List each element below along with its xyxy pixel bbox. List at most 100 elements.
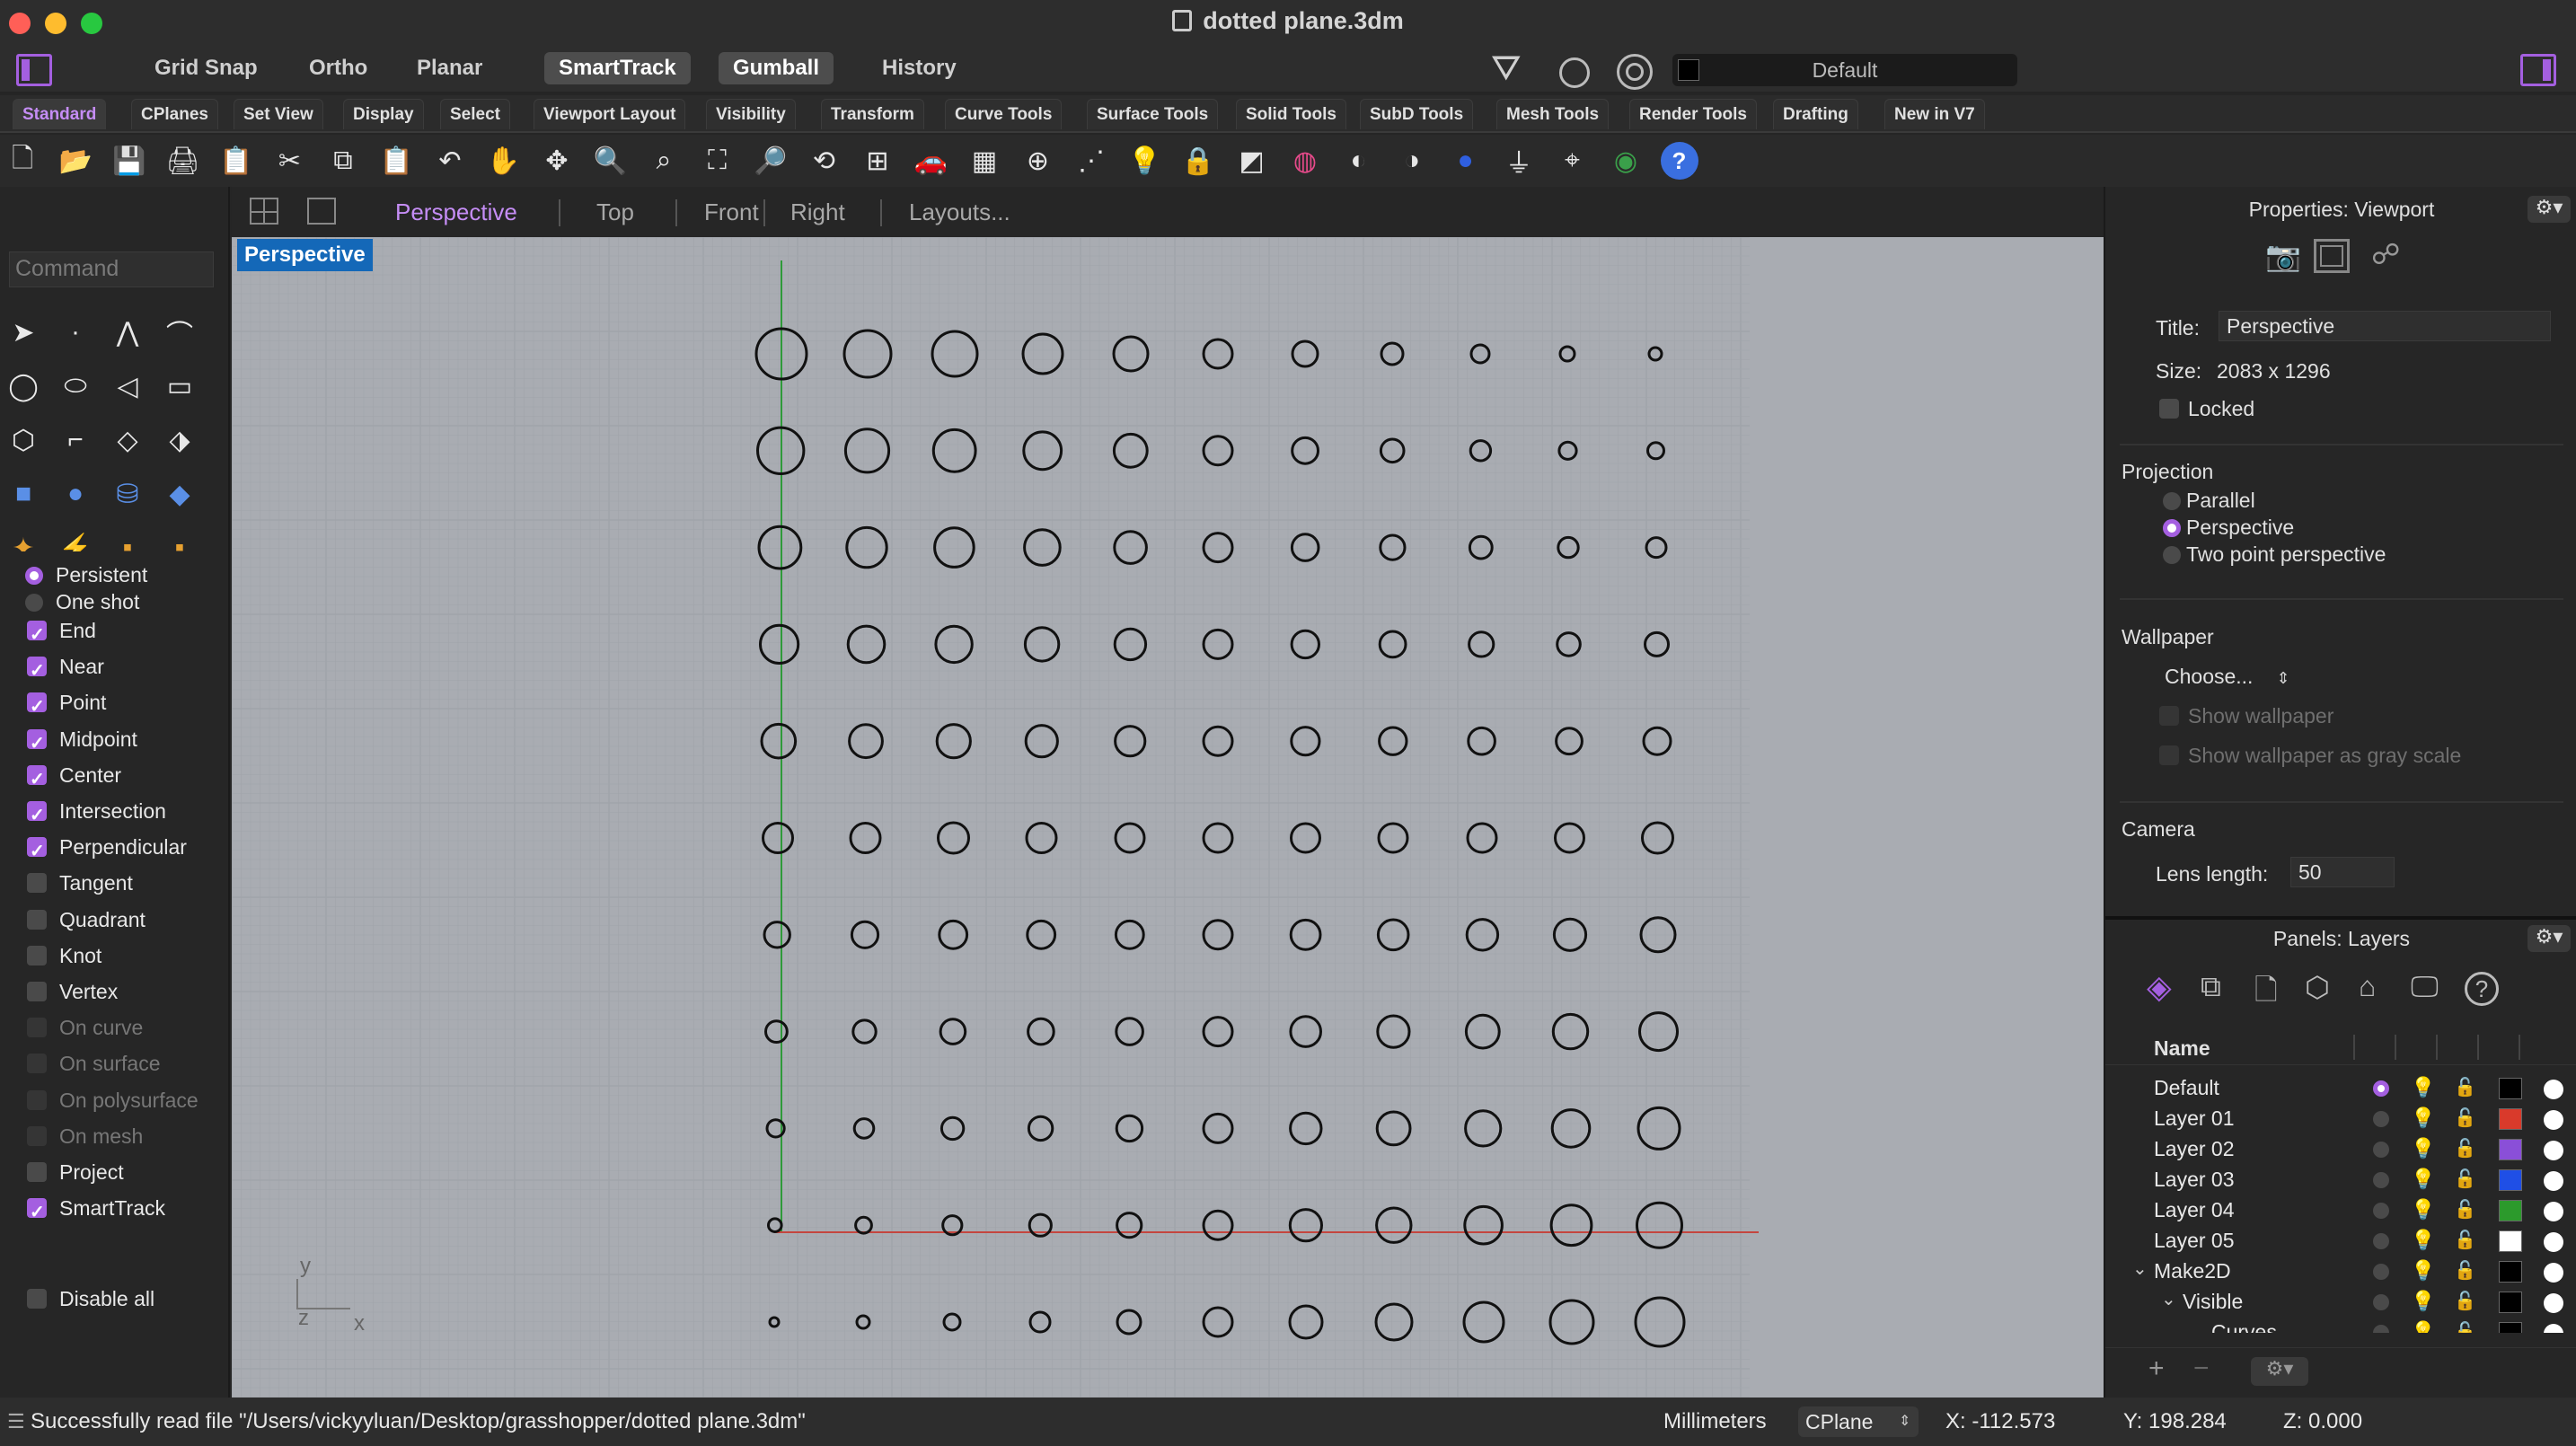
layer-color-swatch[interactable] xyxy=(2499,1261,2522,1283)
osnap-tangent[interactable]: Tangent xyxy=(27,865,133,901)
current-layer-indicator[interactable] xyxy=(2373,1325,2389,1333)
tab-select[interactable]: Select xyxy=(440,99,510,129)
print-color-icon[interactable] xyxy=(2544,1171,2563,1191)
lights-icon[interactable]: 💡 xyxy=(1126,142,1164,180)
layer-row[interactable]: Layer 01 💡 🔓 xyxy=(2105,1103,2576,1133)
snap-target-icon[interactable] xyxy=(1617,54,1653,90)
color-wheel-icon[interactable]: ◍ xyxy=(1286,142,1324,180)
viewport-tab-layouts[interactable]: Layouts... xyxy=(909,187,1010,237)
extra-tool-icon[interactable]: ▪ xyxy=(106,526,149,551)
remove-layer-button[interactable]: − xyxy=(2193,1353,2210,1384)
layer-color-swatch[interactable] xyxy=(2499,1322,2522,1333)
tab-solid-tools[interactable]: Solid Tools xyxy=(1236,99,1346,129)
show-wallpaper-checkbox[interactable] xyxy=(2159,706,2179,726)
tab-surface-tools[interactable]: Surface Tools xyxy=(1087,99,1219,129)
open-file-icon[interactable]: 📂 xyxy=(57,142,95,180)
layer-name[interactable]: Layer 04 xyxy=(2154,1195,2235,1225)
copy-icon[interactable]: ⧉ xyxy=(324,142,362,180)
extra-tool-icon[interactable]: ⚡ xyxy=(54,526,97,552)
layer-row[interactable]: Layer 03 💡 🔓 xyxy=(2105,1164,2576,1195)
tab-subd-tools[interactable]: SubD Tools xyxy=(1360,99,1474,129)
osnap-vertex[interactable]: Vertex xyxy=(27,974,118,1010)
page-icon[interactable]: 🗋 xyxy=(2254,970,2278,1018)
viewport-tab-front[interactable]: Front xyxy=(704,187,759,237)
tab-new-in-v7[interactable]: New in V7 xyxy=(1884,99,1985,129)
radio-two-point-perspective[interactable] xyxy=(2163,546,2181,564)
zoom-extents-icon[interactable]: ⛶ xyxy=(699,142,737,180)
checkbox-end[interactable] xyxy=(27,617,47,653)
layer-name[interactable]: Layer 03 xyxy=(2154,1164,2235,1195)
layout-icon[interactable]: ⌂ xyxy=(2359,970,2376,1003)
viewport-canvas[interactable] xyxy=(232,237,2104,1398)
toggle-gumball[interactable]: Gumball xyxy=(719,52,834,84)
new-file-icon[interactable]: 🗋 xyxy=(4,142,41,180)
units-label[interactable]: Millimeters xyxy=(1663,1398,1767,1446)
layer-color-swatch[interactable] xyxy=(2499,1292,2522,1313)
lightbulb-icon[interactable]: 💡 xyxy=(2411,1259,2435,1283)
layer-name[interactable]: Layer 01 xyxy=(2154,1103,2235,1133)
tab-set-view[interactable]: Set View xyxy=(234,99,323,129)
layers-icon[interactable]: ◈ xyxy=(2147,968,2172,1006)
render-sphere-icon[interactable]: ◑ xyxy=(1393,142,1431,180)
box-icon[interactable]: ■ xyxy=(2,472,45,516)
osnap-on-mesh[interactable]: On mesh xyxy=(27,1118,143,1154)
layer-color-swatch[interactable] xyxy=(2499,1169,2522,1191)
arc-icon[interactable]: ◁ xyxy=(106,365,149,408)
grid-icon[interactable]: ▦ xyxy=(966,142,1003,180)
name-column-header[interactable]: Name xyxy=(2154,1036,2210,1061)
cylinder-icon[interactable]: ⛁ xyxy=(106,472,149,516)
print-color-icon[interactable] xyxy=(2544,1110,2563,1130)
layer-color-swatch[interactable] xyxy=(2499,1139,2522,1160)
single-viewport-icon[interactable] xyxy=(307,198,336,225)
surface-icon[interactable]: ◇ xyxy=(106,419,149,462)
show-gray-checkbox[interactable] xyxy=(2159,745,2179,765)
extra-tool-icon[interactable]: ✦ xyxy=(2,526,45,552)
osnap-midpoint[interactable]: Midpoint xyxy=(27,721,137,762)
print-color-icon[interactable] xyxy=(2544,1263,2563,1283)
tab-display[interactable]: Display xyxy=(343,99,424,129)
circle-icon[interactable]: ◯ xyxy=(2,365,45,408)
lightbulb-icon[interactable]: 💡 xyxy=(2411,1076,2435,1099)
checkbox-on-polysurface[interactable] xyxy=(27,1089,47,1110)
radio-perspective[interactable] xyxy=(2163,519,2181,537)
chevron-down-icon[interactable]: ⌄ xyxy=(2161,1288,2176,1310)
lens-length-field[interactable]: 50 xyxy=(2290,857,2395,887)
sphere-icon[interactable]: ● xyxy=(54,472,97,516)
lock-icon[interactable]: 🔓 xyxy=(2454,1107,2476,1129)
ellipse-icon[interactable]: ⬭ xyxy=(54,365,97,408)
tab-visibility[interactable]: Visibility xyxy=(706,99,796,129)
add-layer-button[interactable]: + xyxy=(2148,1353,2165,1384)
zoom-window-icon[interactable]: ⌕ xyxy=(645,142,683,180)
projection-parallel[interactable]: Parallel xyxy=(2163,489,2255,513)
checkbox-near[interactable] xyxy=(27,653,47,689)
viewport-tab-perspective[interactable]: Perspective xyxy=(395,187,517,237)
osnap-knot[interactable]: Knot xyxy=(27,938,101,974)
current-layer-indicator[interactable] xyxy=(2373,1111,2389,1127)
print-color-icon[interactable] xyxy=(2544,1293,2563,1313)
lock-icon[interactable]: 🔓 xyxy=(2454,1290,2476,1312)
polyline-icon[interactable]: ⋀ xyxy=(106,311,149,354)
block-icon[interactable]: ⬡ xyxy=(2305,970,2330,1004)
tab-mesh-tools[interactable]: Mesh Tools xyxy=(1496,99,1610,129)
viewport-title-field[interactable]: Perspective xyxy=(2219,311,2551,341)
current-layer-indicator[interactable] xyxy=(2373,1172,2389,1188)
radio-persistent[interactable] xyxy=(25,567,43,585)
properties-gear-icon[interactable]: ⚙▾ xyxy=(2527,196,2571,223)
toggle-grid-snap[interactable]: Grid Snap xyxy=(140,52,272,84)
layer-name[interactable]: Default xyxy=(2154,1072,2219,1103)
osnap-disable-all[interactable]: Disable all xyxy=(27,1281,154,1317)
checkbox-quadrant[interactable] xyxy=(27,909,47,930)
four-viewports-icon[interactable]: ⊞ xyxy=(859,142,896,180)
command-input[interactable]: Command xyxy=(9,251,214,287)
zoom-icon[interactable]: 🔍 xyxy=(592,142,630,180)
toggle-planar[interactable]: Planar xyxy=(402,52,497,84)
lock-icon[interactable]: 🔓 xyxy=(2454,1229,2476,1251)
print-icon[interactable]: 🖨 xyxy=(164,142,202,180)
toggle-left-sidebar-icon[interactable] xyxy=(16,54,52,86)
lock-icon[interactable]: 🔓 xyxy=(2454,1168,2476,1190)
checkbox-project[interactable] xyxy=(27,1162,47,1182)
gumball-icon[interactable]: ⌖ xyxy=(1554,142,1592,180)
globe-icon[interactable]: ◉ xyxy=(1607,142,1645,180)
wallpaper-choose-select[interactable]: Choose... ⇕ xyxy=(2165,665,2290,689)
points-icon[interactable]: ⋰ xyxy=(1072,142,1110,180)
